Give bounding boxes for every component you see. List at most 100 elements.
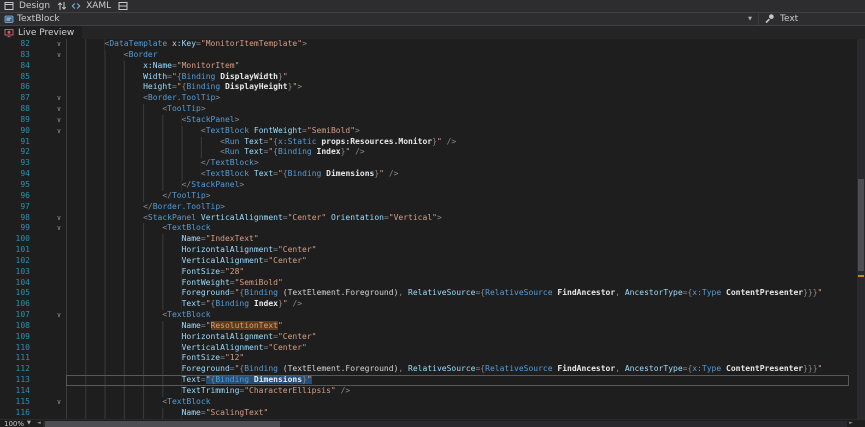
code-text[interactable]: <StackPanel VerticalAlignment="Center" O… [66,213,849,224]
line-number[interactable]: 106 [0,299,30,310]
code-line[interactable]: 84x:Name="MonitorItem" [0,61,865,72]
code-text[interactable]: FontSize="12" [66,353,849,364]
code-line[interactable]: 114TextTrimming="CharacterEllipsis" /> [0,386,865,397]
code-line[interactable]: 96 </ToolTip> [0,191,865,202]
line-number[interactable]: 85 [0,72,30,83]
code-text[interactable]: Text="{Binding Dimensions}" [66,375,849,386]
code-line[interactable]: 105Foreground="{Binding (TextElement.For… [0,288,865,299]
code-line[interactable]: 101 HorizontalAlignment="Center" [0,245,865,256]
code-line[interactable]: 108Name="ResolutionText" [0,321,865,332]
code-line[interactable]: 116Name="ScalingText" [0,408,865,419]
line-number[interactable]: 103 [0,267,30,278]
line-number[interactable]: 92 [0,147,30,158]
line-number[interactable]: 91 [0,137,30,148]
code-line[interactable]: 109HorizontalAlignment="Center" [0,332,865,343]
swap-panes-icon[interactable] [56,0,68,12]
line-number[interactable]: 107 [0,310,30,321]
code-text[interactable]: </TextBlock> [66,158,849,169]
code-line[interactable]: 91<Run Text="{x:Static props:Resources.M… [0,137,865,148]
code-line[interactable]: 115∨<TextBlock [0,397,865,408]
code-line[interactable]: 102VerticalAlignment="Center" [0,256,865,267]
code-line[interactable]: 92<Run Text="{Binding Index}" /> [0,147,865,158]
code-line[interactable]: 95</StackPanel> [0,180,865,191]
line-number[interactable]: 114 [0,386,30,397]
code-text[interactable]: Name="IndexText" [66,234,849,245]
vertical-scrollbar[interactable] [857,39,865,419]
tab-live-preview[interactable]: Live Preview [0,26,82,39]
code-line[interactable]: 113Text="{Binding Dimensions}" [0,375,865,386]
code-text[interactable]: Foreground="{Binding (TextElement.Foregr… [66,364,849,375]
code-line[interactable]: 107 ∨<TextBlock [0,310,865,321]
code-line[interactable]: 97 </Border.ToolTip> [0,202,865,213]
fold-toggle-icon[interactable]: ∨ [52,39,66,50]
code-text[interactable]: VerticalAlignment="Center" [66,256,849,267]
line-number[interactable]: 99 [0,223,30,234]
code-text[interactable]: Height="{Binding DisplayHeight}"> [66,82,849,93]
code-text[interactable]: Width="{Binding DisplayWidth}" [66,72,849,83]
line-number[interactable]: 110 [0,343,30,354]
line-number[interactable]: 88 [0,104,30,115]
line-number[interactable]: 89 [0,115,30,126]
code-line[interactable]: 87∨<Border.ToolTip> [0,93,865,104]
code-text[interactable]: <StackPanel> [66,115,849,126]
code-text[interactable]: <Border [66,50,849,61]
code-text[interactable]: Text="{Binding Index}" /> [66,299,849,310]
horizontal-scrollbar-thumb[interactable] [45,421,280,427]
code-line[interactable]: 98 ∨<StackPanel VerticalAlignment="Center… [0,213,865,224]
code-line[interactable]: 100 Name="IndexText" [0,234,865,245]
fold-toggle-icon[interactable]: ∨ [52,126,66,137]
code-text[interactable]: <TextBlock [66,397,849,408]
code-line[interactable]: 93 </TextBlock> [0,158,865,169]
line-number[interactable]: 94 [0,169,30,180]
fold-toggle-icon[interactable]: ∨ [52,104,66,115]
code-line[interactable]: 86 Height="{Binding DisplayHeight}"> [0,82,865,93]
line-number[interactable]: 98 [0,213,30,224]
code-line[interactable]: 110 VerticalAlignment="Center" [0,343,865,354]
zoom-control[interactable]: 100% ▼ [0,420,37,427]
code-line[interactable]: 94<TextBlock Text="{Binding Dimensions}"… [0,169,865,180]
code-text[interactable]: <TextBlock FontWeight="SemiBold"> [66,126,849,137]
scroll-right-icon[interactable]: ► [849,421,853,426]
xaml-tab-label[interactable]: XAML [86,1,111,11]
code-text[interactable]: HorizontalAlignment="Center" [66,245,849,256]
code-line[interactable]: 85 Width="{Binding DisplayWidth}" [0,72,865,83]
horizontal-scrollbar[interactable]: ◄ ► [37,421,865,427]
line-number[interactable]: 97 [0,202,30,213]
line-number[interactable]: 93 [0,158,30,169]
line-number[interactable]: 116 [0,408,30,419]
code-text[interactable]: </StackPanel> [66,180,849,191]
line-number[interactable]: 90 [0,126,30,137]
fold-toggle-icon[interactable]: ∨ [52,93,66,104]
element-dropdown[interactable]: TextBlock ▼ [3,13,758,25]
line-number[interactable]: 100 [0,234,30,245]
code-text[interactable]: x:Name="MonitorItem" [66,61,849,72]
code-text[interactable]: Foreground="{Binding (TextElement.Foregr… [66,288,849,299]
code-text[interactable]: <TextBlock [66,223,849,234]
code-line[interactable]: 99 ∨<TextBlock [0,223,865,234]
code-text[interactable]: VerticalAlignment="Center" [66,343,849,354]
code-line[interactable]: 83 ∨<Border [0,50,865,61]
code-line[interactable]: 111 FontSize="12" [0,353,865,364]
code-text[interactable]: FontSize="28" [66,267,849,278]
code-text[interactable]: Name="ResolutionText" [66,321,849,332]
design-tab-label[interactable]: Design [19,1,50,11]
code-text[interactable]: <TextBlock [66,310,849,321]
line-number[interactable]: 83 [0,50,30,61]
fold-toggle-icon[interactable]: ∨ [52,213,66,224]
line-number[interactable]: 87 [0,93,30,104]
fold-toggle-icon[interactable]: ∨ [52,50,66,61]
code-text[interactable]: </ToolTip> [66,191,849,202]
code-text[interactable]: FontWeight="SemiBold" [66,278,849,289]
code-line[interactable]: 88∨<ToolTip> [0,104,865,115]
fold-toggle-icon[interactable]: ∨ [52,223,66,234]
code-line[interactable]: 90 ∨<TextBlock FontWeight="SemiBold"> [0,126,865,137]
fold-toggle-icon[interactable]: ∨ [52,310,66,321]
line-number[interactable]: 96 [0,191,30,202]
line-number[interactable]: 104 [0,278,30,289]
line-number[interactable]: 86 [0,82,30,93]
line-number[interactable]: 112 [0,364,30,375]
scroll-left-icon[interactable]: ◄ [37,421,41,426]
line-number[interactable]: 111 [0,353,30,364]
code-text[interactable]: </Border.ToolTip> [66,202,849,213]
line-number[interactable]: 101 [0,245,30,256]
